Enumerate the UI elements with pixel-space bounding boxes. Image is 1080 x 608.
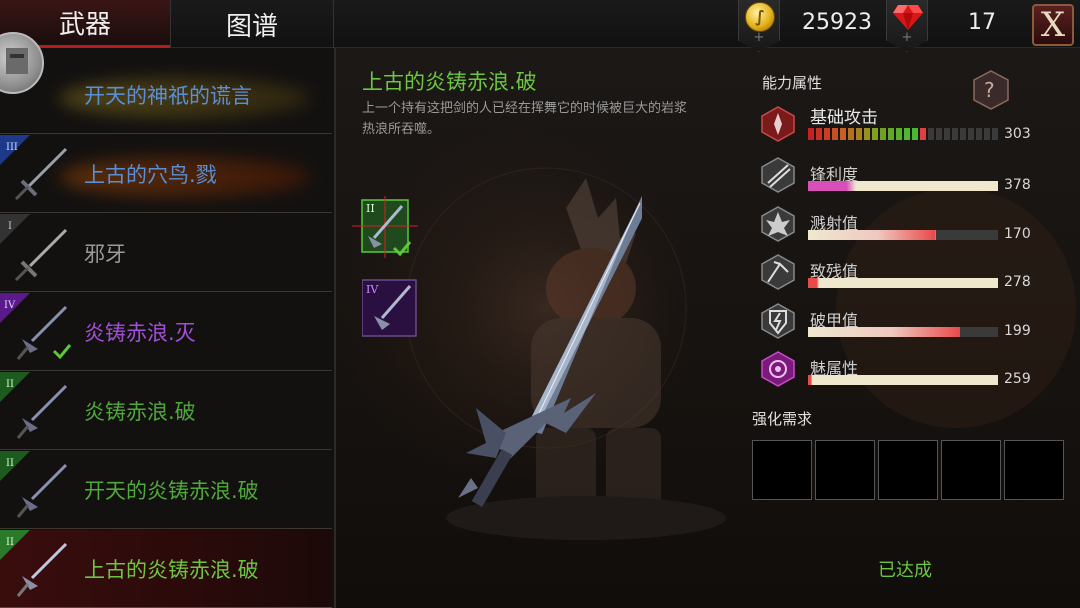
close-button[interactable]: X: [1032, 4, 1074, 46]
bar-segment: [944, 128, 950, 140]
gold-coin-icon: ∫: [745, 2, 775, 32]
weapon-name: 炎铸赤浪.破: [84, 400, 196, 424]
bar-segment: [888, 128, 894, 140]
attribute-value: 199: [1004, 322, 1031, 339]
bar-segment: [832, 128, 838, 140]
weapon-name: 上古的穴鸟.戮: [84, 163, 217, 187]
sword-icon: [14, 228, 68, 282]
check-icon: [52, 344, 72, 359]
charm-icon: [761, 351, 795, 387]
bar-segment: [960, 128, 966, 140]
weapon-name: 开天的神祇的谎言: [84, 84, 252, 108]
weapon-description: 上一个持有这把剑的人已经在挥舞它的时候被巨大的岩浆热浪所吞噬。: [362, 101, 688, 137]
weapon-list-item[interactable]: II 炎铸赤浪.破: [0, 372, 332, 450]
gold-amount: 25923: [802, 10, 872, 35]
bar-segment: [880, 128, 886, 140]
upgrade-slot-tier-2[interactable]: II: [352, 196, 418, 258]
weapon-title: 上古的炎铸赤浪.破: [362, 70, 537, 94]
weapon-list-item[interactable]: II 开天的炎铸赤浪.破: [0, 451, 332, 529]
bar-segment: [912, 128, 918, 140]
attribute-bar-fill: [808, 278, 820, 288]
splash-icon: [761, 205, 795, 242]
attribute-bar-fill: [808, 326, 960, 337]
bar-segment: [896, 128, 902, 140]
bar-segment: [840, 128, 846, 140]
requirement-slot[interactable]: [815, 440, 875, 500]
add-gold-button[interactable]: ∫ +: [738, 0, 780, 52]
attribute-value: 278: [1004, 274, 1031, 290]
bar-segment: [928, 128, 934, 140]
attribute-value: 378: [1004, 177, 1031, 193]
requirement-slot[interactable]: [878, 440, 938, 500]
weapon-name: 邪牙: [84, 242, 126, 266]
weapon-list-item[interactable]: III 上古的穴鸟.戮: [0, 135, 332, 213]
svg-text:II: II: [366, 202, 375, 215]
requirements-header: 强化需求: [752, 410, 813, 428]
bar-segment: [920, 128, 926, 140]
bar-segment: [992, 128, 998, 140]
sword-icon: [14, 147, 68, 201]
bar-segment: [856, 128, 862, 140]
requirement-status: 已达成: [878, 560, 932, 581]
requirement-slot[interactable]: [752, 440, 812, 500]
base-attack-bar: [808, 128, 998, 140]
weapon-list-item-selected[interactable]: II 上古的炎铸赤浪.破: [0, 530, 332, 608]
bar-segment: [984, 128, 990, 140]
bar-segment: [968, 128, 974, 140]
top-bar: 武器 图谱 ∫ + 25923 + 17 X: [0, 0, 1080, 52]
plus-label: +: [901, 30, 913, 45]
gem-amount: 17: [968, 10, 996, 35]
upgrade-slot-tier-4[interactable]: IV: [362, 276, 418, 337]
attack-icon: [761, 106, 795, 142]
bar-segment: [904, 128, 910, 140]
attribute-bar: [808, 326, 998, 337]
svg-text:IV: IV: [366, 283, 379, 296]
bar-segment: [864, 128, 870, 140]
bar-segment: [824, 128, 830, 140]
question-icon: ?: [973, 70, 1009, 110]
attribute-value: 170: [1004, 225, 1031, 242]
attribute-bar: [808, 181, 998, 191]
bar-segment: [952, 128, 958, 140]
attribute-value: 259: [1004, 371, 1031, 387]
weapon-name: 炎铸赤浪.灭: [84, 321, 196, 345]
helmet-icon: [6, 48, 28, 74]
help-button[interactable]: ?: [972, 70, 1010, 110]
sword-icon: [16, 542, 68, 597]
cripple-icon: [761, 254, 795, 290]
bar-segment: [808, 128, 814, 140]
player-avatar[interactable]: [0, 32, 44, 94]
sharpness-icon: [761, 157, 795, 193]
weapon-list-item[interactable]: 开天的神祇的谎言: [0, 56, 332, 134]
attribute-bar-fill: [808, 229, 936, 240]
base-attack-label: 基础攻击: [810, 108, 878, 128]
weapon-name: 上古的炎铸赤浪.破: [84, 558, 259, 582]
weapon-list-item[interactable]: IV 炎铸赤浪.灭: [0, 293, 332, 371]
bar-segment: [816, 128, 822, 140]
bar-segment: [848, 128, 854, 140]
requirement-slot[interactable]: [941, 440, 1001, 500]
svg-text:?: ?: [984, 78, 995, 102]
bar-segment: [936, 128, 942, 140]
requirement-slot[interactable]: [1004, 440, 1064, 500]
base-attack-value: 303: [1004, 126, 1031, 142]
weapon-name: 开天的炎铸赤浪.破: [84, 479, 259, 503]
attribute-bar: [808, 229, 998, 240]
attribute-bar: [808, 278, 998, 288]
weapon-list-item[interactable]: I 邪牙: [0, 214, 332, 292]
plus-label: +: [753, 30, 765, 45]
attribute-bar-fill: [808, 181, 856, 191]
ruby-gem-icon: [893, 5, 923, 30]
tab-atlas[interactable]: 图谱: [170, 0, 334, 48]
attribute-bar: [808, 375, 998, 385]
attributes-header: 能力属性: [762, 74, 823, 92]
add-gem-button[interactable]: +: [886, 0, 928, 52]
bar-segment: [872, 128, 878, 140]
sword-icon: [16, 463, 68, 518]
attribute-bar-fill: [808, 375, 812, 385]
weapon-list: 开天的神祇的谎言 III 上古的穴鸟.戮 I 邪牙 IV 炎铸赤浪.灭 II 炎…: [0, 48, 336, 608]
sword-icon: [16, 384, 68, 439]
bar-segment: [976, 128, 982, 140]
armor-break-icon: [761, 302, 795, 339]
